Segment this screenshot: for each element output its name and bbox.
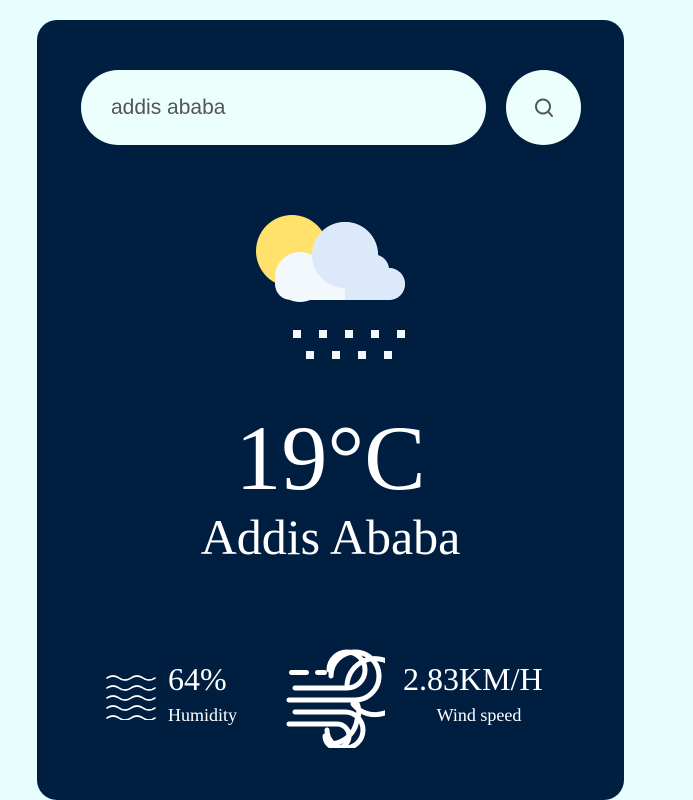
city-name: Addis Ababa: [200, 509, 461, 565]
search-button[interactable]: [506, 70, 581, 145]
humidity-label: Humidity: [168, 705, 238, 725]
search-icon: [534, 98, 553, 117]
wind-speed-value: 2.83KM/H: [403, 661, 543, 697]
search-input[interactable]: [81, 70, 486, 145]
humidity-value: 64%: [168, 661, 227, 697]
temperature: 19°C: [235, 407, 426, 509]
wind-speed-label: Wind speed: [436, 705, 522, 725]
humidity-waves-icon: [106, 675, 156, 720]
weather-card: 19°C Addis Ababa 64% Humidity 2.83KM/H W…: [37, 20, 624, 800]
wind-icon: [286, 649, 385, 748]
snow-cloud-sun-icon: [256, 215, 405, 359]
